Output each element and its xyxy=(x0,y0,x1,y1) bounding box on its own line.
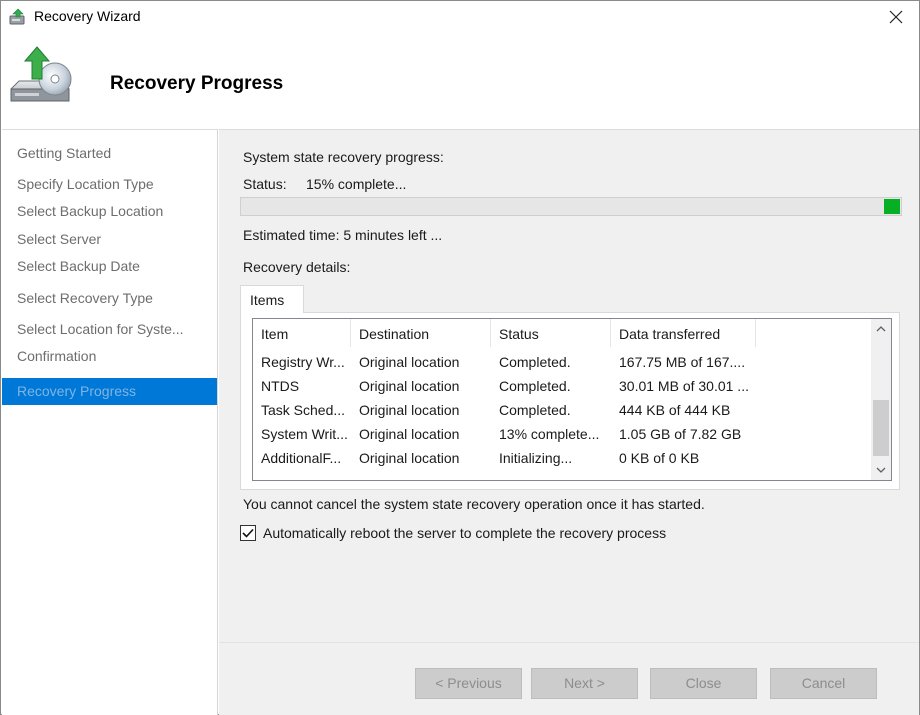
step-specify-location-type[interactable]: Specify Location Type xyxy=(2,171,217,198)
close-button[interactable]: Close xyxy=(650,668,757,699)
cell-destination: Original location xyxy=(359,450,460,466)
column-header-filler xyxy=(756,319,871,347)
wizard-footer: < Previous Next > Close Cancel xyxy=(219,642,919,715)
recovery-disk-icon xyxy=(7,43,77,113)
cell-status: Completed. xyxy=(499,354,571,370)
status-value: 15% complete... xyxy=(306,176,407,192)
table-row[interactable]: NTDS Original location Completed. 30.01 … xyxy=(253,374,871,398)
recovery-items-list[interactable]: Item Destination Status Data transferred… xyxy=(252,318,892,481)
cell-item: AdditionalF... xyxy=(261,450,342,466)
auto-reboot-checkbox[interactable] xyxy=(240,525,256,541)
wizard-content: System state recovery progress: Status: … xyxy=(219,129,919,715)
cell-destination: Original location xyxy=(359,378,460,394)
cell-destination: Original location xyxy=(359,402,460,418)
step-select-backup-date[interactable]: Select Backup Date xyxy=(2,253,217,280)
cell-data-transferred: 167.75 MB of 167.... xyxy=(619,354,746,370)
tab-items[interactable]: Items xyxy=(240,285,304,313)
window-title: Recovery Wizard xyxy=(34,8,141,24)
column-header-status[interactable]: Status xyxy=(491,319,611,347)
cell-status: Completed. xyxy=(499,378,571,394)
cell-item: NTDS xyxy=(261,378,300,394)
cell-data-transferred: 30.01 MB of 30.01 ... xyxy=(619,378,749,394)
next-button[interactable]: Next > xyxy=(531,668,638,699)
title-bar: Recovery Wizard xyxy=(1,1,919,33)
cell-destination: Original location xyxy=(359,354,460,370)
step-select-server[interactable]: Select Server xyxy=(2,226,217,253)
column-header-item[interactable]: Item xyxy=(253,319,351,347)
status-label: Status: xyxy=(243,176,287,192)
column-header-data-transferred[interactable]: Data transferred xyxy=(611,319,756,347)
cell-data-transferred: 0 KB of 0 KB xyxy=(619,450,700,466)
step-confirmation[interactable]: Confirmation xyxy=(2,343,217,370)
wizard-steps-sidebar: Getting Started Specify Location Type Se… xyxy=(2,129,218,715)
close-window-icon[interactable] xyxy=(873,1,919,32)
cell-item: Registry Wr... xyxy=(261,354,345,370)
table-row[interactable]: System Writ... Original location 13% com… xyxy=(253,422,871,446)
cancel-button[interactable]: Cancel xyxy=(770,668,877,699)
estimated-time: Estimated time: 5 minutes left ... xyxy=(243,227,443,243)
step-select-backup-location[interactable]: Select Backup Location xyxy=(2,198,217,225)
cell-status: Initializing... xyxy=(499,450,573,466)
progress-bar-fill xyxy=(884,199,900,214)
auto-reboot-label[interactable]: Automatically reboot the server to compl… xyxy=(263,525,666,541)
page-title: Recovery Progress xyxy=(110,73,284,94)
cell-destination: Original location xyxy=(359,426,460,442)
cell-data-transferred: 1.05 GB of 7.82 GB xyxy=(619,426,742,442)
recovery-progress-bar xyxy=(240,197,902,216)
recovery-wizard-window: Recovery Wizard Recovery Progress Gettin… xyxy=(0,0,920,715)
scroll-up-arrow-icon[interactable] xyxy=(871,319,891,339)
cell-status: Completed. xyxy=(499,402,571,418)
list-header: Item Destination Status Data transferred xyxy=(253,319,871,347)
list-vertical-scrollbar[interactable] xyxy=(871,319,891,480)
cell-item: Task Sched... xyxy=(261,402,346,418)
previous-button[interactable]: < Previous xyxy=(415,668,522,699)
column-header-destination[interactable]: Destination xyxy=(351,319,491,347)
step-getting-started[interactable]: Getting Started xyxy=(2,140,217,167)
checkmark-icon xyxy=(242,528,254,538)
wizard-header: Recovery Progress xyxy=(1,33,919,129)
cancel-warning-text: You cannot cancel the system state recov… xyxy=(243,496,705,512)
scrollbar-thumb[interactable] xyxy=(873,400,889,456)
step-select-location-for-system[interactable]: Select Location for Syste... xyxy=(2,316,217,343)
cell-status: 13% complete... xyxy=(499,426,600,442)
cell-item: System Writ... xyxy=(261,426,348,442)
table-row[interactable]: AdditionalF... Original location Initial… xyxy=(253,446,871,470)
backup-app-icon xyxy=(9,8,27,26)
items-tab-panel: Item Destination Status Data transferred… xyxy=(240,312,900,490)
recovery-details-label: Recovery details: xyxy=(243,259,351,275)
table-row[interactable]: Registry Wr... Original location Complet… xyxy=(253,350,871,374)
step-recovery-progress[interactable]: Recovery Progress xyxy=(2,378,217,405)
step-select-recovery-type[interactable]: Select Recovery Type xyxy=(2,285,217,312)
progress-heading: System state recovery progress: xyxy=(243,149,444,165)
table-row[interactable]: Task Sched... Original location Complete… xyxy=(253,398,871,422)
cell-data-transferred: 444 KB of 444 KB xyxy=(619,402,731,418)
scroll-down-arrow-icon[interactable] xyxy=(871,460,891,480)
